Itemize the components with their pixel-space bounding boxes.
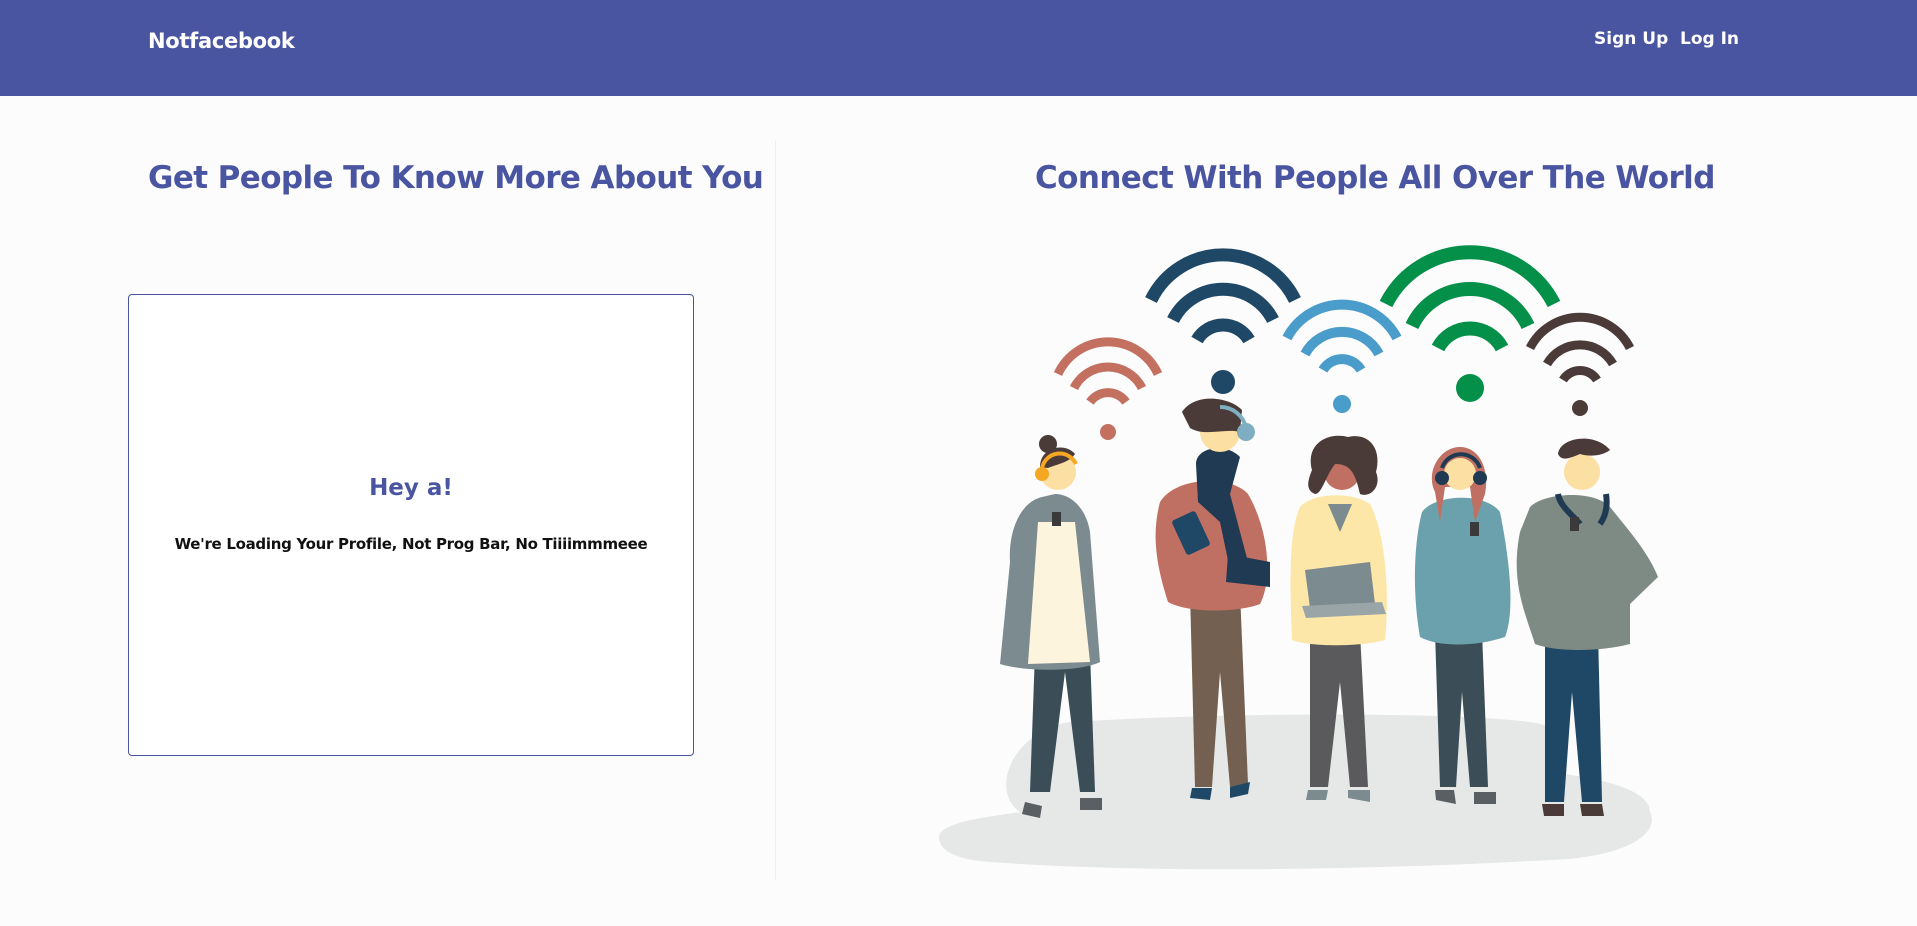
card-loading-message: We're Loading Your Profile, Not Prog Bar… (174, 535, 648, 553)
wifi-icon (1379, 245, 1561, 402)
left-heading: Get People To Know More About You (148, 160, 764, 196)
wifi-icon (1525, 312, 1635, 416)
brand-logo[interactable]: Notfacebook (148, 29, 295, 53)
wifi-icon (1053, 337, 1163, 440)
people-with-wifi-illustration (938, 245, 1658, 870)
top-navbar: Notfacebook Sign Up Log In (0, 0, 1917, 96)
column-divider (775, 140, 776, 880)
log-in-link[interactable]: Log In (1680, 29, 1739, 49)
wifi-icon (1282, 299, 1402, 413)
profile-loading-card: Hey a! We're Loading Your Profile, Not P… (128, 294, 694, 756)
card-greeting: Hey a! (369, 475, 453, 501)
sign-up-link[interactable]: Sign Up (1594, 29, 1668, 49)
right-heading: Connect With People All Over The World (1035, 160, 1715, 196)
wifi-icon (1145, 248, 1301, 394)
